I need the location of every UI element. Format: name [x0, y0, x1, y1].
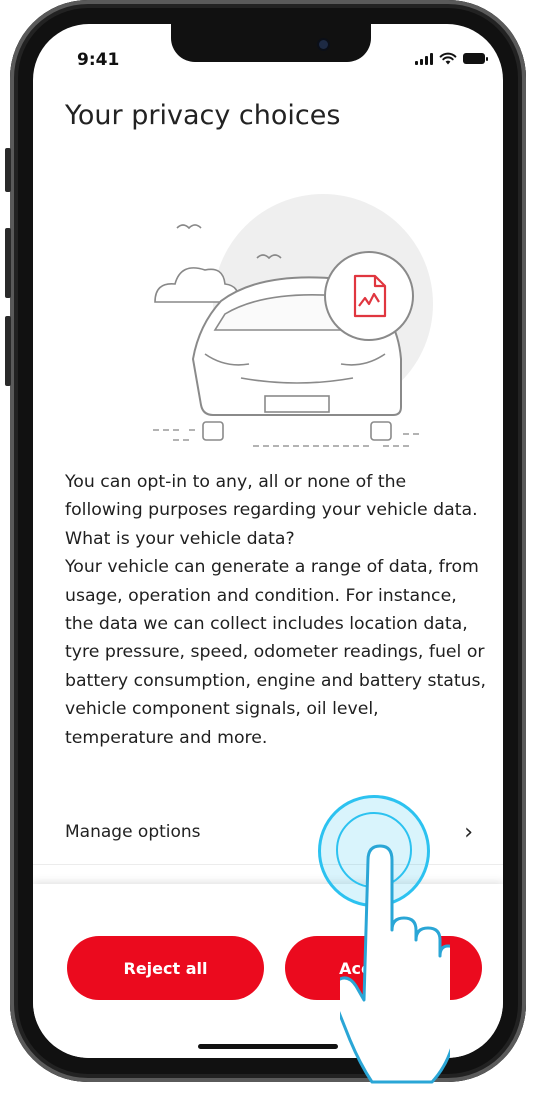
body-text: You can opt-in to any, all or none of th…	[65, 468, 489, 752]
status-time: 9:41	[77, 50, 120, 70]
body-paragraph: Your vehicle can generate a range of dat…	[65, 557, 487, 748]
body-paragraph: You can opt-in to any, all or none of th…	[65, 472, 478, 549]
signal-bars-icon	[415, 52, 433, 65]
wifi-icon	[439, 52, 457, 65]
battery-icon	[463, 53, 488, 64]
page-title: Your privacy choices	[65, 100, 341, 131]
manage-options-label: Manage options	[65, 822, 201, 842]
side-button	[5, 148, 11, 192]
tap-hand-icon	[340, 844, 450, 1084]
volume-up-button	[5, 228, 11, 298]
chevron-right-icon: ›	[464, 819, 473, 845]
reject-all-button[interactable]: Reject all	[67, 936, 264, 1000]
volume-down-button	[5, 316, 11, 386]
home-indicator	[198, 1044, 338, 1049]
status-icons	[415, 52, 488, 65]
notch	[171, 24, 371, 62]
front-camera	[319, 40, 328, 49]
car-illustration	[153, 194, 433, 447]
